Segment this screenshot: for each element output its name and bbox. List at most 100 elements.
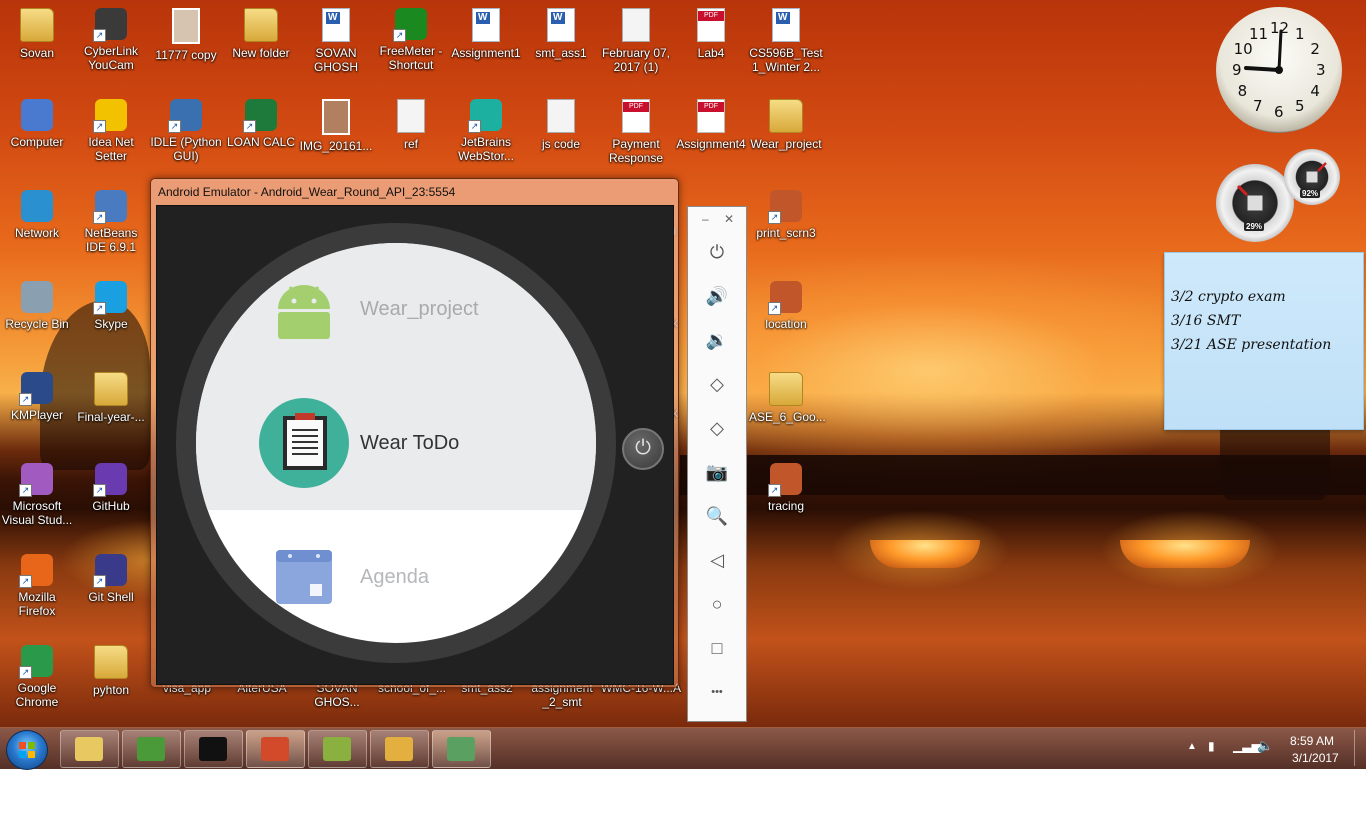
desktop-icon-computer[interactable]: Computer: [0, 99, 74, 149]
show-desktop-button[interactable]: [1354, 730, 1365, 766]
desktop-icon-mozilla-firefox[interactable]: Mozilla Firefox: [0, 554, 74, 618]
pdf-icon: [622, 99, 650, 133]
app-label-agenda[interactable]: Agenda: [360, 566, 429, 589]
desktop-icon-idle-python-gui[interactable]: IDLE (Python GUI): [149, 99, 223, 163]
desktop-icon-freemeter-shortcut[interactable]: FreeMeter - Shortcut: [374, 8, 448, 72]
desktop-icon-pyhton[interactable]: pyhton: [74, 645, 148, 697]
desktop-icon-new-folder[interactable]: New folder: [224, 8, 298, 60]
desktop-icon-git-shell[interactable]: Git Shell: [74, 554, 148, 604]
toolbar-close-button[interactable]: ✕: [724, 212, 782, 226]
zoom-icon[interactable]: 🔍: [702, 501, 732, 531]
desktop-icon-network[interactable]: Network: [0, 190, 74, 240]
taskbar-item-android-emulator[interactable]: [432, 730, 491, 768]
memory-gauge[interactable]: 92%: [1284, 149, 1340, 205]
desktop-icon-11777-copy[interactable]: 11777 copy: [149, 8, 223, 62]
desktop-icon-smt-ass1[interactable]: smt_ass1: [524, 8, 598, 60]
desktop-icon-kmplayer[interactable]: KMPlayer: [0, 372, 74, 422]
app-icon: [93, 190, 127, 224]
desktop-icon-lab4[interactable]: Lab4: [674, 8, 748, 60]
emulator-screen[interactable]: Wear_project Wear ToDo Agenda ⏻: [156, 205, 674, 685]
app-label-wear-project[interactable]: Wear_project: [360, 298, 479, 321]
taskbar-item-powerpoint[interactable]: [246, 730, 305, 768]
desktop-icon-sovan-ghosh[interactable]: SOVAN GHOSH: [299, 8, 373, 74]
rotate-right-icon[interactable]: ◇: [702, 413, 732, 443]
clock-gadget[interactable]: 12 1 2 3 4 5 6 7 8 9 10 11: [1216, 7, 1342, 133]
desktop-icon-idea-net-setter[interactable]: Idea Net Setter: [74, 99, 148, 163]
desktop-icon-recycle-bin[interactable]: Recycle Bin: [0, 281, 74, 331]
overview-icon[interactable]: □: [702, 633, 732, 663]
clock-hands: [1244, 29, 1283, 74]
desktop-icon-cyberlink-youcam[interactable]: CyberLink YouCam: [74, 8, 148, 72]
volume-icon[interactable]: 🔈: [1257, 738, 1273, 754]
desktop-icon-location[interactable]: location: [749, 281, 823, 331]
folder-icon: [244, 8, 278, 42]
desktop-icon-payment-response[interactable]: Payment Response: [599, 99, 673, 165]
desktop-icon-label: ref: [403, 137, 418, 151]
desktop-icon-google-chrome[interactable]: Google Chrome: [0, 645, 74, 709]
app-icon: [447, 737, 475, 761]
sticky-note[interactable]: 3/2 crypto exam 3/16 SMT 3/21 ASE presen…: [1164, 252, 1364, 430]
volume-up-icon[interactable]: 🔊: [702, 281, 732, 311]
app-icon: [168, 99, 202, 133]
taskbar-item-android-studio[interactable]: [122, 730, 181, 768]
desktop-icon-sovan[interactable]: Sovan: [0, 8, 74, 60]
desktop-icon-github[interactable]: GitHub: [74, 463, 148, 513]
rotate-left-icon[interactable]: ◇: [702, 369, 732, 399]
desktop-icon-img-20161[interactable]: IMG_20161...: [299, 99, 373, 153]
folder-icon: [769, 372, 803, 406]
desktop-icon-jetbrains-webstor[interactable]: JetBrains WebStor...: [449, 99, 523, 163]
screenshot-icon[interactable]: 📷: [702, 457, 732, 487]
clipboard-icon[interactable]: [259, 398, 349, 488]
desktop-icon-netbeans-ide-6-9-1[interactable]: NetBeans IDE 6.9.1: [74, 190, 148, 254]
desktop-icon-ref[interactable]: ref: [374, 99, 448, 151]
desktop-icon-label: smt_ass1: [535, 46, 587, 60]
app-icon: [323, 737, 351, 761]
desktop-icon-skype[interactable]: Skype: [74, 281, 148, 331]
desktop-icon-final-year[interactable]: Final-year-...: [74, 372, 148, 424]
emulator-window[interactable]: Android Emulator - Android_Wear_Round_AP…: [150, 178, 679, 688]
volume-down-icon[interactable]: 🔉: [702, 325, 732, 355]
show-hidden-icons-button[interactable]: ▲: [1187, 741, 1197, 752]
desktop-icon-cs596b-test-1-winter-2[interactable]: CS596B_Test 1_Winter 2...: [749, 8, 823, 74]
watch-power-button[interactable]: ⏻: [622, 428, 664, 470]
desktop-icon-label: Google Chrome: [15, 681, 59, 709]
desktop-icon-assignment1[interactable]: Assignment1: [449, 8, 523, 60]
desktop-icon-js-code[interactable]: js code: [524, 99, 598, 151]
desktop-icon-label: Lab4: [697, 46, 725, 60]
desktop-icon-ase-6-goo[interactable]: ASE_6_Goo...: [749, 372, 826, 424]
calendar-icon[interactable]: [276, 550, 332, 604]
desktop-icon-assignment4[interactable]: Assignment4: [674, 99, 748, 151]
taskbar-item-notepad-[interactable]: [308, 730, 367, 768]
desktop-icon-label: Recycle Bin: [5, 317, 69, 331]
app-icon: [93, 281, 127, 315]
taskbar-item-windows-explorer[interactable]: [60, 730, 119, 768]
taskbar-item-command-prompt[interactable]: [184, 730, 243, 768]
app-label-wear-todo[interactable]: Wear ToDo: [360, 432, 459, 455]
battery-icon[interactable]: ▮: [1208, 739, 1215, 753]
back-icon[interactable]: ◁: [702, 545, 732, 575]
cpu-gauge[interactable]: 29%: [1216, 164, 1294, 242]
android-robot-icon[interactable]: [276, 281, 332, 339]
folder-icon: [94, 645, 128, 679]
more-icon[interactable]: •••: [702, 677, 732, 707]
desktop-icon-loan-calc[interactable]: LOAN CALC: [224, 99, 298, 149]
taskbar-item-file-manager[interactable]: [370, 730, 429, 768]
desktop-icon-label: IMG_20161...: [299, 139, 373, 153]
power-icon[interactable]: ⏻: [702, 237, 732, 267]
start-button[interactable]: [6, 730, 48, 770]
clock-date[interactable]: 3/1/2017: [1292, 751, 1339, 765]
desktop-icon-microsoft-visual-stud[interactable]: Microsoft Visual Stud...: [0, 463, 74, 527]
folder-icon: [769, 99, 803, 133]
desktop-icon-label: Mozilla Firefox: [18, 590, 56, 618]
app-icon: [393, 8, 427, 42]
app-icon: [768, 281, 802, 315]
watch-face[interactable]: Wear_project Wear ToDo Agenda: [196, 243, 596, 643]
desktop-icon-label: IDLE (Python GUI): [150, 135, 222, 163]
desktop-icon-label: CS596B_Test 1_Winter 2...: [749, 46, 823, 74]
home-icon[interactable]: ○: [702, 589, 732, 619]
sticky-note-line: 3/2 crypto exam: [1171, 289, 1286, 305]
desktop-icon-tracing[interactable]: tracing: [749, 463, 823, 513]
desktop-icon-february-07-2017-1[interactable]: February 07, 2017 (1): [599, 8, 673, 74]
clock-time[interactable]: 8:59 AM: [1290, 734, 1334, 748]
desktop-icon-wear-project[interactable]: Wear_project: [749, 99, 823, 151]
